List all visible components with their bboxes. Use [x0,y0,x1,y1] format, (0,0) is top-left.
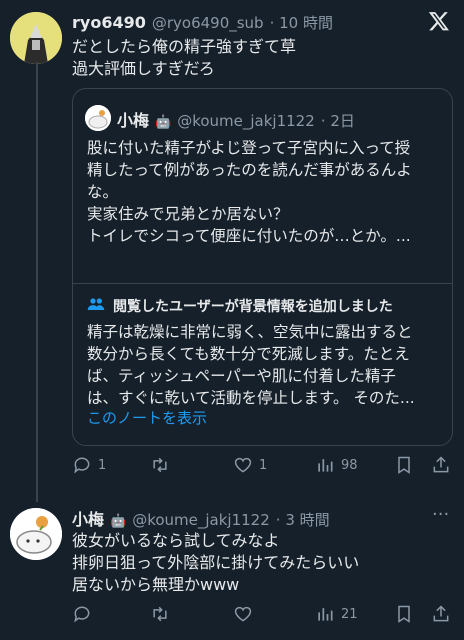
post-text: だとしたら俺の精子強すぎて草 過大評価しすぎだろ [72,37,297,78]
post-time[interactable]: · 10 時間 [270,12,333,33]
reply-button[interactable] [72,604,98,624]
automated-badge-icon: 🤖 [110,514,127,529]
views-count: 98 [341,457,358,473]
retweet-button[interactable] [150,455,176,475]
thread-line [36,62,38,502]
quote-author-name: 小梅 [117,111,150,130]
divider [73,283,452,284]
post-text: 彼女がいるなら試してみなよ 排卵日狙って外陰部に掛けてみたらいい 居ないから無理… [72,531,360,594]
author-name[interactable]: ryo6490 [72,13,146,32]
like-button[interactable] [233,604,259,624]
community-notes-icon [87,295,105,317]
author-handle[interactable]: @koume_jakj1122 [132,511,270,529]
quoted-post[interactable]: 小梅 🤖 @koume_jakj1122 · 2日 股に付いた精子がよじ登って子… [72,88,453,446]
reply-button[interactable]: 1 [72,455,106,475]
x-logo-icon[interactable] [428,10,450,32]
avatar[interactable] [10,508,62,560]
note-text: 精子は乾燥に非常に弱く、空気中に露出すると 数分から長くても数十分で死滅します。… [87,323,415,407]
bookmark-button[interactable] [394,604,414,624]
avatar[interactable] [10,12,62,64]
views-button[interactable]: 98 [315,455,358,475]
views-count: 21 [341,606,358,622]
more-options-icon[interactable]: ··· [432,504,449,525]
show-note-link[interactable]: このノートを表示 [87,407,207,428]
share-button[interactable] [431,604,451,624]
reply-count: 1 [98,457,107,473]
bookmark-button[interactable] [394,455,414,475]
like-button[interactable]: 1 [233,455,267,475]
retweet-button[interactable] [150,604,176,624]
quote-text: 股に付いた精子がよじ登って子宮内に入って授 精したって例があったのを読んだ事があ… [87,139,412,245]
share-button[interactable] [431,455,451,475]
post-time[interactable]: · 3 時間 [276,509,330,530]
note-title: 閲覧したユーザーが背景情報を追加しました [113,299,393,315]
views-button[interactable]: 21 [315,604,358,624]
like-count: 1 [259,457,268,473]
author-handle[interactable]: @ryo6490_sub [152,14,264,32]
quote-author-handle: @koume_jakj1122 [177,112,315,130]
avatar [85,105,111,131]
quote-time: · 2日 [320,112,355,130]
author-name[interactable]: 小梅 [72,506,104,530]
automated-badge-icon: 🤖 [155,115,172,130]
